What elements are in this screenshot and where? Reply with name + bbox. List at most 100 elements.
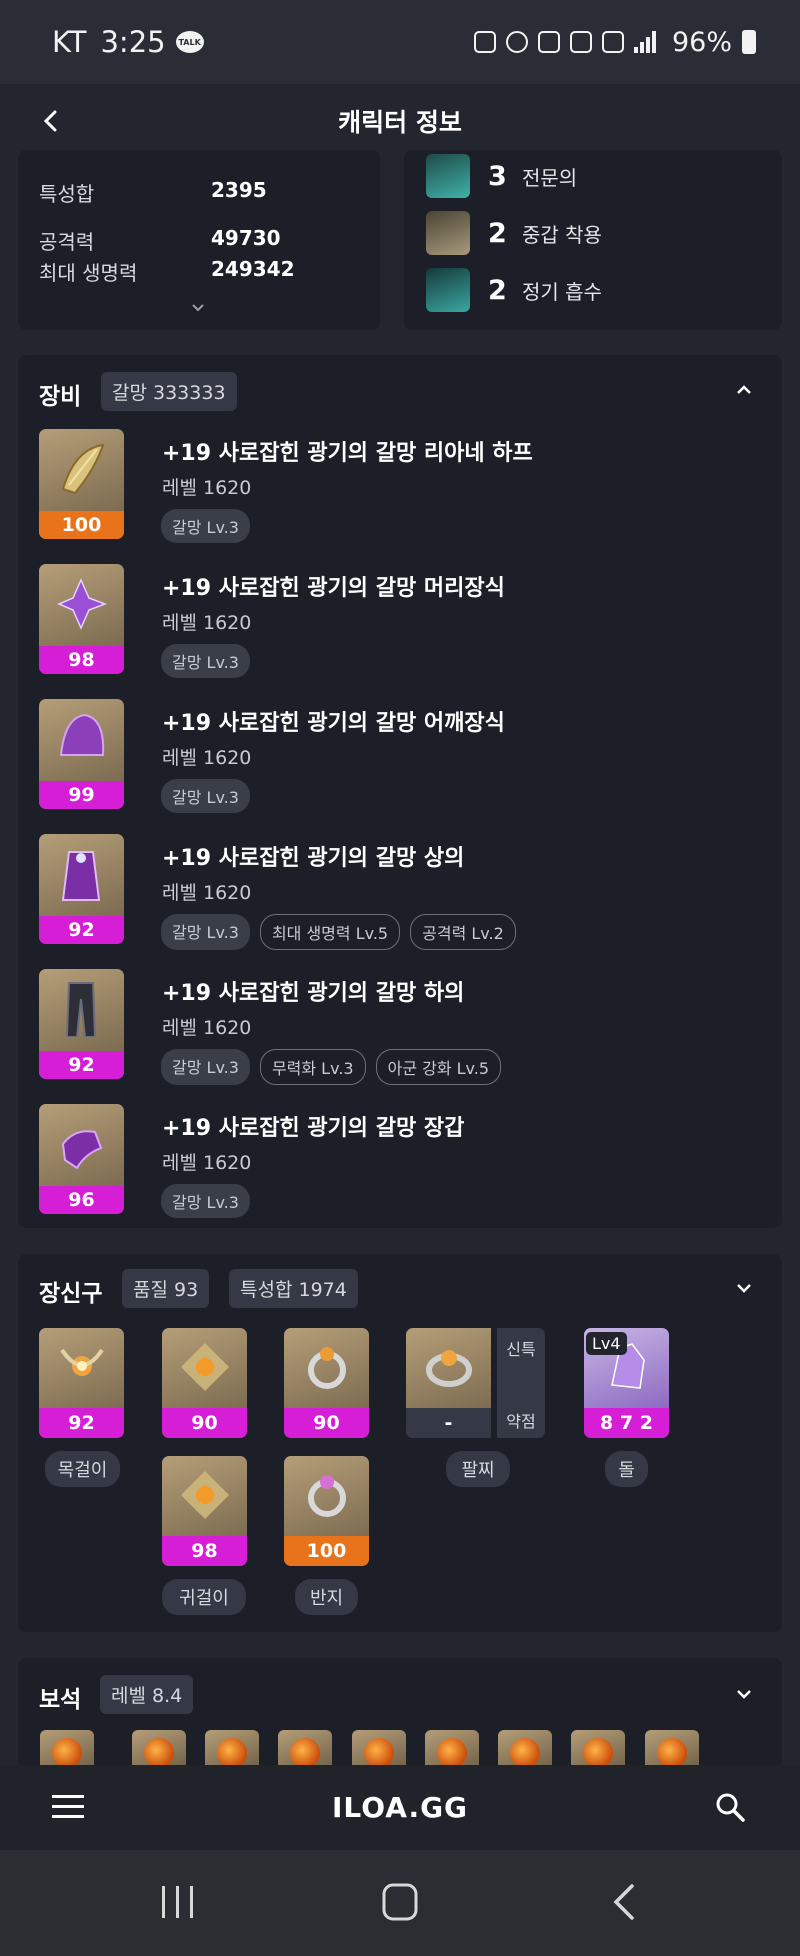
equipment-thumbnail: 92: [39, 969, 124, 1079]
equipment-item-icon: [65, 982, 97, 1037]
equipment-name: +19 사로잡힌 광기의 갈망 머리장식: [162, 576, 505, 601]
expand-gems-chevron-icon[interactable]: [734, 1684, 754, 1704]
ring-slot[interactable]: 100: [284, 1456, 369, 1566]
equipment-item[interactable]: 92 +19 사로잡힌 광기의 갈망 하의 레벨 1620 갈망 Lv.3 무력화…: [39, 969, 759, 1085]
kakaotalk-icon: TALK: [175, 31, 204, 53]
recent-apps-icon[interactable]: [156, 1882, 200, 1922]
accessories-card: 장신구 품질 93 특성합 1974 92 목걸이 90 98 귀걸이 90 1…: [18, 1254, 782, 1632]
earring-label: 귀걸이: [162, 1579, 246, 1615]
quality-label: -: [406, 1408, 491, 1438]
bracelet-effects: 신특 약점: [497, 1328, 545, 1438]
equipment-item[interactable]: 99 +19 사로잡힌 광기의 갈망 어깨장식 레벨 1620 갈망 Lv.3: [39, 699, 759, 813]
collapse-equipment-chevron-icon[interactable]: [734, 380, 754, 400]
stat-label-attack: 공격력: [39, 230, 95, 254]
equipment-name: +19 사로잡힌 광기의 갈망 리아네 하프: [162, 441, 533, 466]
equipment-level: 레벨 1620: [162, 747, 252, 769]
engraving-name: 중갑 착용: [522, 222, 602, 247]
equipment-effect-tag: 아군 강화 Lv.5: [375, 1049, 502, 1085]
equipment-item-icon: [61, 443, 105, 495]
equipment-thumbnail: 98: [39, 564, 124, 674]
equipment-item-icon: [57, 578, 107, 630]
accessory-stats-badge: 특성합 1974: [229, 1269, 358, 1308]
bracelet-slot[interactable]: -: [406, 1328, 491, 1438]
engraving-heavy-armor-icon: [426, 211, 470, 255]
bracelet-effect-top: 신특: [506, 1340, 536, 1359]
home-icon[interactable]: [378, 1882, 422, 1922]
accessory-quality-badge: 품질 93: [122, 1269, 210, 1308]
gem-slot[interactable]: [278, 1730, 332, 1770]
equipment-level: 레벨 1620: [162, 477, 252, 499]
equipment-level: 레벨 1620: [162, 1152, 252, 1174]
gem-slot[interactable]: [205, 1730, 259, 1770]
expand-accessories-chevron-icon[interactable]: [734, 1278, 754, 1298]
expand-stats-chevron-icon[interactable]: [190, 300, 206, 316]
equipment-thumbnail: 100: [39, 429, 124, 539]
gem-icon: [510, 1738, 540, 1768]
stone-values: 8 7 2: [584, 1408, 669, 1438]
gem-icon: [364, 1738, 394, 1768]
back-arrow-icon[interactable]: [36, 106, 66, 136]
gem-slot[interactable]: [645, 1730, 699, 1770]
quality-label: 92: [39, 916, 124, 944]
ring-icon: [308, 1347, 346, 1389]
equipment-item-icon: [59, 713, 105, 756]
page-title: 캐릭터 정보: [338, 108, 462, 137]
gem-icon: [217, 1738, 247, 1768]
system-back-icon[interactable]: [604, 1882, 648, 1922]
equipment-name: +19 사로잡힌 광기의 갈망 장갑: [162, 1116, 465, 1141]
engravings-card: 3 전문의 2 중갑 착용 2 정기 흡수: [404, 150, 782, 330]
engraving-row[interactable]: 2 중갑 착용: [426, 211, 602, 255]
gems-title: 보석: [39, 1687, 82, 1713]
hd-icon: [569, 31, 592, 53]
gem-slot[interactable]: [425, 1730, 479, 1770]
ring-slot[interactable]: 90: [284, 1328, 369, 1438]
app-bar: 캐릭터 정보: [0, 84, 800, 158]
bracelet-label: 팔찌: [446, 1451, 510, 1487]
equipment-item[interactable]: 98 +19 사로잡힌 광기의 갈망 머리장식 레벨 1620 갈망 Lv.3: [39, 564, 759, 678]
stone-label: 돌: [605, 1451, 648, 1487]
gem-slot[interactable]: [40, 1730, 94, 1770]
quality-label: 100: [39, 511, 124, 539]
engraving-level: 2: [488, 217, 507, 249]
necklace-slot[interactable]: 92: [39, 1328, 124, 1438]
gem-slot[interactable]: [352, 1730, 406, 1770]
stat-value-total: 2395: [211, 178, 267, 202]
equipment-item[interactable]: 96 +19 사로잡힌 광기의 갈망 장갑 레벨 1620 갈망 Lv.3: [39, 1104, 759, 1218]
search-icon[interactable]: [714, 1791, 746, 1823]
equipment-tag: 갈망 Lv.3: [161, 509, 250, 543]
equipment-set-badge: 갈망 333333: [101, 372, 237, 411]
ability-stone-slot[interactable]: Lv4 8 7 2: [584, 1328, 669, 1438]
equipment-thumbnail: 99: [39, 699, 124, 809]
quality-label: 92: [39, 1408, 124, 1438]
gem-slot[interactable]: [498, 1730, 552, 1770]
equipment-name: +19 사로잡힌 광기의 갈망 상의: [162, 846, 465, 871]
engraving-name: 전문의: [522, 165, 578, 190]
site-logo[interactable]: ILOA.GG: [332, 1791, 468, 1824]
equipment-item[interactable]: 92 +19 사로잡힌 광기의 갈망 상의 레벨 1620 갈망 Lv.3 최대 …: [39, 834, 759, 950]
mute-icon: [537, 31, 560, 53]
equipment-tag: 갈망 Lv.3: [161, 779, 250, 813]
gem-icon: [52, 1738, 82, 1768]
gem-slot[interactable]: [132, 1730, 186, 1770]
hamburger-menu-icon[interactable]: [52, 1794, 84, 1820]
equipment-thumbnail: 92: [39, 834, 124, 944]
equipment-level: 레벨 1620: [162, 1017, 252, 1039]
equipment-tags: 갈망 Lv.3 무력화 Lv.3 아군 강화 Lv.5: [161, 1049, 502, 1085]
earring-slot[interactable]: 90: [162, 1328, 247, 1438]
engraving-row[interactable]: 3 전문의: [426, 154, 577, 198]
gem-slot[interactable]: [571, 1730, 625, 1770]
battery-saver-icon: [473, 31, 496, 53]
equipment-effect-tag: 무력화 Lv.3: [259, 1049, 366, 1085]
equipment-tags: 갈망 Lv.3: [161, 1184, 250, 1218]
equipment-tags: 갈망 Lv.3 최대 생명력 Lv.5 공격력 Lv.2: [161, 914, 516, 950]
stat-label-hp: 최대 생명력: [39, 261, 138, 285]
bracelet-effect-bottom: 약점: [506, 1412, 536, 1431]
earring-slot[interactable]: 98: [162, 1456, 247, 1566]
equipment-title: 장비: [39, 384, 82, 410]
stat-label-total: 특성합: [39, 182, 95, 206]
engraving-row[interactable]: 2 정기 흡수: [426, 268, 602, 312]
equipment-item[interactable]: 100 +19 사로잡힌 광기의 갈망 리아네 하프 레벨 1620 갈망 Lv…: [39, 429, 759, 543]
battery-percent: 96%: [671, 26, 732, 58]
equipment-level: 레벨 1620: [162, 882, 252, 904]
accessories-title: 장신구: [39, 1281, 103, 1307]
